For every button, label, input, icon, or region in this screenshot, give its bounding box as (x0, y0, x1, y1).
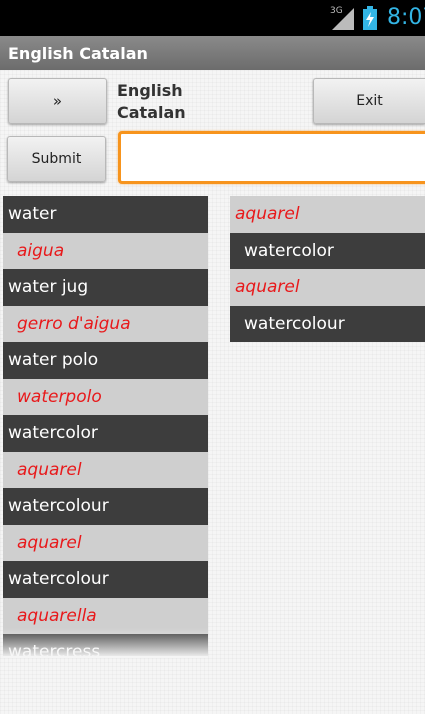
exit-button[interactable]: Exit (313, 78, 425, 124)
english-word-text: water jug (8, 277, 89, 298)
signal-icon (332, 8, 354, 30)
english-word-text: water (8, 204, 57, 225)
english-word-row[interactable]: water (3, 196, 208, 233)
app-title: English Catalan (8, 44, 148, 63)
battery-charging-icon (363, 6, 377, 30)
english-word-row[interactable]: watercolor (230, 232, 425, 269)
source-language-label: English (117, 81, 183, 100)
english-word-text: water polo (8, 350, 99, 371)
catalan-translation-text: aquarella (17, 605, 97, 626)
catalan-translation-text: aquarel (235, 204, 300, 225)
submit-button[interactable]: Submit (7, 136, 106, 182)
english-word-text: watercolor (244, 240, 334, 261)
english-word-row[interactable]: watercolour (230, 305, 425, 342)
catalan-translation-row[interactable]: gerro d'aigua (3, 305, 208, 342)
swap-language-button[interactable]: » (8, 78, 107, 124)
english-word-row[interactable]: watercolor (3, 415, 208, 452)
english-word-row[interactable]: water jug (3, 269, 208, 306)
english-word-text: watercolour (244, 313, 345, 334)
catalan-translation-text: aquarel (235, 277, 300, 298)
english-word-row[interactable]: water polo (3, 342, 208, 379)
results-list-left[interactable]: water aigua water jug gerro d'aigua water po… (3, 196, 208, 656)
english-word-text: watercolour (8, 496, 109, 517)
swap-language-label: » (52, 92, 63, 110)
app-title-bar: English Catalan (0, 36, 425, 70)
status-bar: 3G 8:07 (0, 0, 425, 36)
target-language-label: Catalan (117, 103, 186, 122)
catalan-translation-row[interactable]: aquarel (3, 524, 208, 561)
english-word-row[interactable]: watercolour (3, 488, 208, 525)
submit-label: Submit (31, 151, 82, 167)
list-fade-overlay (3, 628, 208, 658)
catalan-translation-row[interactable]: aquarel (230, 269, 425, 306)
exit-label: Exit (356, 93, 383, 109)
results-list-right[interactable]: aquarel watercolor aquarel watercolour (230, 196, 425, 342)
catalan-translation-row[interactable]: aigua (3, 232, 208, 269)
english-word-row[interactable]: watercolour (3, 561, 208, 598)
catalan-translation-row[interactable]: aquarel (3, 451, 208, 488)
language-direction-label: English Catalan (117, 80, 267, 124)
english-word-text: watercolour (8, 569, 109, 590)
catalan-translation-text: aquarel (17, 532, 82, 553)
search-input[interactable] (118, 131, 425, 184)
english-word-text: watercolor (8, 423, 98, 444)
catalan-translation-row[interactable]: aquarel (230, 196, 425, 233)
catalan-translation-text: aquarel (17, 459, 82, 480)
catalan-translation-text: waterpolo (17, 386, 102, 407)
catalan-translation-text: aigua (17, 240, 65, 261)
catalan-translation-text: gerro d'aigua (17, 313, 131, 334)
clock: 8:07 (387, 5, 425, 30)
catalan-translation-row[interactable]: waterpolo (3, 378, 208, 415)
